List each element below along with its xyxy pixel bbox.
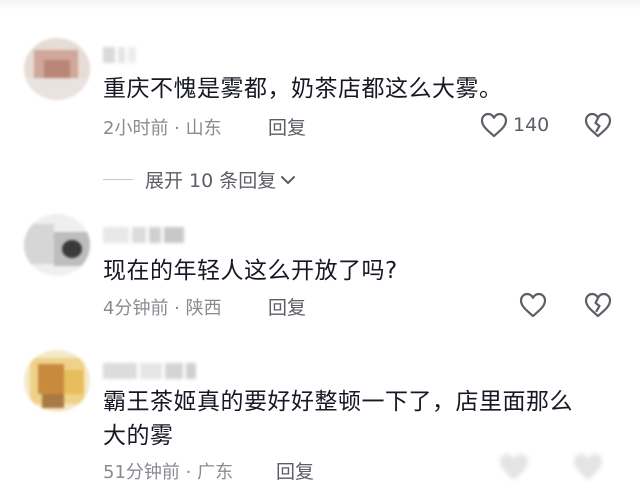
broken-heart-icon (583, 111, 613, 139)
dislike-button[interactable] (583, 291, 613, 319)
expand-replies-label: 展开 10 条回复 (145, 170, 277, 192)
avatar[interactable] (24, 214, 90, 276)
comment-text: 霸王茶姬真的要好好整顿一下了，店里面那么大的雾 (103, 389, 573, 449)
comment-time-location: 2小时前 · 山东 (103, 118, 222, 139)
username[interactable] (103, 224, 187, 243)
like-button[interactable] (518, 291, 548, 319)
chevron-down-icon (280, 169, 296, 191)
blurred-action-icons (496, 450, 616, 488)
username[interactable] (103, 360, 199, 379)
comment-time-location: 51分钟前 · 广东 (103, 462, 234, 483)
dislike-button[interactable] (583, 111, 613, 139)
divider-line (103, 179, 133, 180)
expand-replies-button[interactable]: 展开 10 条回复 (103, 166, 296, 193)
reply-button[interactable]: 回复 (268, 113, 306, 140)
avatar[interactable] (24, 350, 90, 412)
heart-outline-icon (518, 291, 548, 319)
heart-outline-icon (479, 111, 509, 139)
like-count: 140 (513, 114, 550, 136)
comment-text: 重庆不愧是雾都，奶茶店都这么大雾。 (103, 76, 503, 102)
like-button[interactable]: 140 (479, 111, 549, 139)
broken-heart-icon (583, 291, 613, 319)
comment-text: 现在的年轻人这么开放了吗? (103, 258, 398, 284)
reply-button[interactable]: 回复 (268, 293, 306, 320)
top-edge-shadow (0, 0, 640, 10)
comment-time-location: 4分钟前 · 陕西 (103, 298, 222, 319)
avatar[interactable] (24, 38, 90, 100)
username[interactable] (103, 44, 139, 63)
reply-button[interactable]: 回复 (276, 457, 314, 484)
